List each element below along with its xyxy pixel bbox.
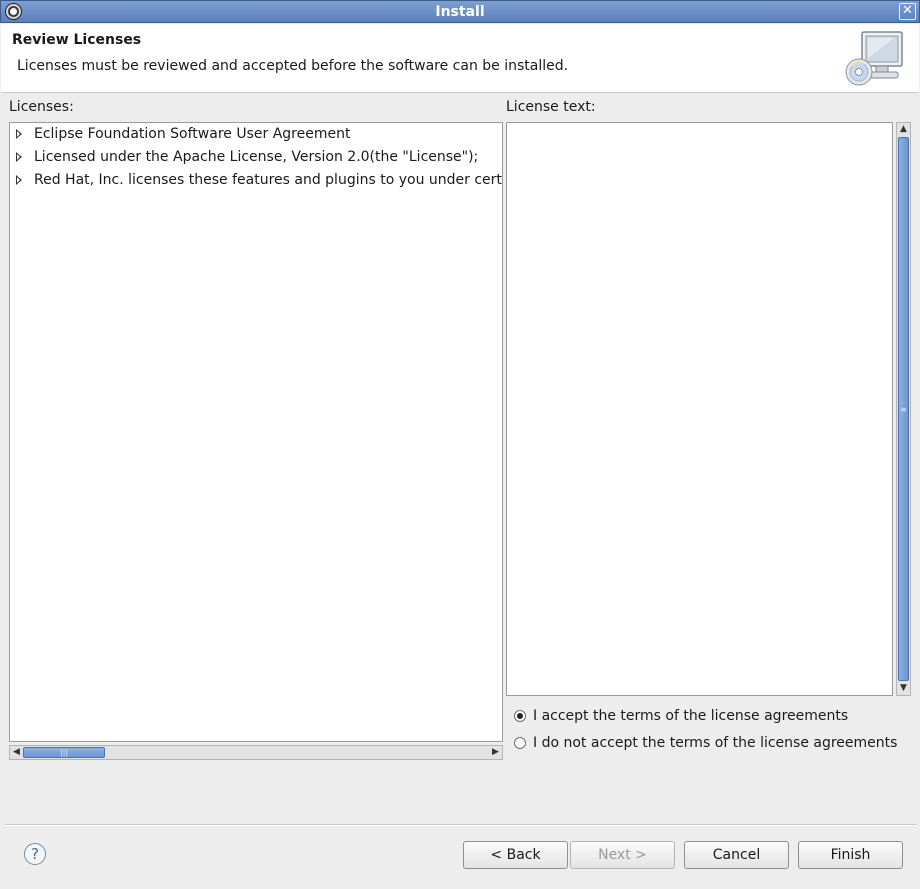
wizard-header: Review Licenses Licenses must be reviewe… xyxy=(1,24,919,93)
scroll-right-icon[interactable]: ▶ xyxy=(489,746,502,759)
accept-radio-label[interactable]: I accept the terms of the license agreem… xyxy=(533,706,848,726)
tree-item-label: Licensed under the Apache License, Versi… xyxy=(34,149,479,165)
footer-divider xyxy=(5,824,917,826)
page-description: Licenses must be reviewed and accepted b… xyxy=(17,58,569,74)
accept-radio[interactable] xyxy=(514,710,526,722)
horizontal-scroll-thumb[interactable]: ||| xyxy=(23,747,105,758)
tree-item-apache-license[interactable]: Licensed under the Apache License, Versi… xyxy=(10,146,502,168)
tree-item-redhat-license[interactable]: Red Hat, Inc. licenses these features an… xyxy=(10,169,502,191)
license-text-area[interactable] xyxy=(506,122,893,696)
next-button[interactable]: Next > xyxy=(570,841,675,869)
tree-item-eclipse-license[interactable]: Eclipse Foundation Software User Agreeme… xyxy=(10,123,502,145)
accept-radio-option[interactable]: I accept the terms of the license agreem… xyxy=(514,706,904,726)
back-button[interactable]: < Back xyxy=(463,841,568,869)
decline-radio-label[interactable]: I do not accept the terms of the license… xyxy=(533,733,897,753)
close-icon: ✕ xyxy=(902,3,913,18)
app-gear-icon[interactable] xyxy=(5,3,22,20)
vertical-scroll-thumb[interactable]: ≡ xyxy=(898,137,909,681)
page-title: Review Licenses xyxy=(12,32,142,48)
vertical-scrollbar[interactable]: ▲ ≡ ▼ xyxy=(896,122,911,696)
decline-radio-option[interactable]: I do not accept the terms of the license… xyxy=(514,733,904,753)
tree-item-label: Red Hat, Inc. licenses these features an… xyxy=(34,172,502,188)
licenses-tree[interactable]: Eclipse Foundation Software User Agreeme… xyxy=(9,122,503,742)
help-icon: ? xyxy=(31,845,39,863)
scroll-left-icon[interactable]: ◀ xyxy=(10,746,23,759)
finish-button[interactable]: Finish xyxy=(798,841,903,869)
decline-radio[interactable] xyxy=(514,737,526,749)
license-text-label: License text: xyxy=(506,99,596,115)
close-button[interactable]: ✕ xyxy=(899,3,916,20)
expand-arrow-icon[interactable] xyxy=(16,175,22,185)
expand-arrow-icon[interactable] xyxy=(16,152,22,162)
cancel-button[interactable]: Cancel xyxy=(684,841,789,869)
scroll-down-icon[interactable]: ▼ xyxy=(897,682,910,695)
monitor-cd-icon xyxy=(845,31,903,86)
scroll-up-icon[interactable]: ▲ xyxy=(897,123,910,136)
window-title: Install xyxy=(435,4,485,20)
window-titlebar: Install xyxy=(0,0,920,23)
expand-arrow-icon[interactable] xyxy=(16,129,22,139)
help-button[interactable]: ? xyxy=(24,843,46,865)
licenses-label: Licenses: xyxy=(9,99,74,115)
horizontal-scrollbar[interactable]: ◀ ||| ▶ xyxy=(9,745,503,760)
tree-item-label: Eclipse Foundation Software User Agreeme… xyxy=(34,126,351,142)
